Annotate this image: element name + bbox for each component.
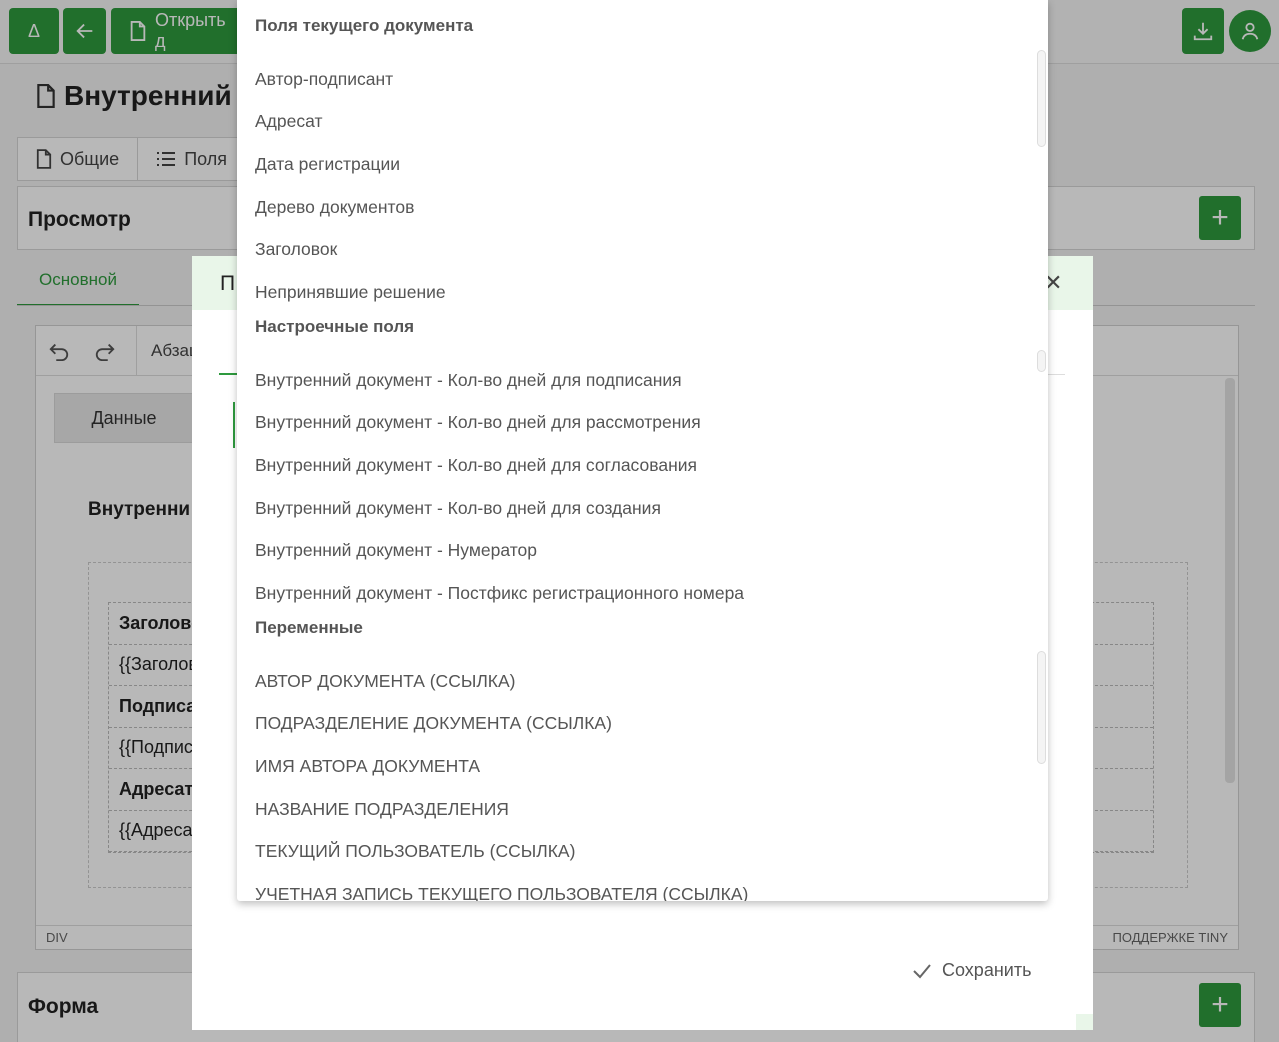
dialog-title: П: [220, 272, 236, 295]
dropdown-option[interactable]: Дерево документов: [237, 186, 1048, 229]
dropdown-option[interactable]: Заголовок: [237, 228, 1048, 271]
group-settings-fields: Настроечные поля Внутренний документ - К…: [237, 303, 1048, 603]
group-title: Поля текущего документа: [255, 16, 474, 35]
dropdown-option[interactable]: Внутренний документ - Кол-во дней для по…: [237, 359, 1048, 402]
dropdown-option[interactable]: АВТОР ДОКУМЕНТА (ССЫЛКА): [237, 660, 1048, 703]
dropdown-option[interactable]: НАЗВАНИЕ ПОДРАЗДЕЛЕНИЯ: [237, 788, 1048, 831]
dropdown-option[interactable]: ИМЯ АВТОРА ДОКУМЕНТА: [237, 745, 1048, 788]
dropdown-option[interactable]: ПОДРАЗДЕЛЕНИЕ ДОКУМЕНТА (ССЫЛКА): [237, 703, 1048, 746]
save-button[interactable]: Сохранить: [912, 960, 1031, 981]
group-current-document-fields: Поля текущего документа Автор-подписант …: [237, 0, 1048, 303]
dialog-footer-corner: [1076, 1014, 1093, 1030]
option-list: Внутренний документ - Кол-во дней для по…: [237, 359, 1048, 603]
dropdown-option[interactable]: Адресат: [237, 101, 1048, 144]
dropdown-option[interactable]: Внутренний документ - Постфикс регистрац…: [237, 572, 1048, 603]
dropdown-option[interactable]: Автор-подписант: [237, 58, 1048, 101]
dropdown-option[interactable]: Дата регистрации: [237, 143, 1048, 186]
dropdown-option[interactable]: Внутренний документ - Кол-во дней для ра…: [237, 402, 1048, 445]
group-scrollbar[interactable]: [1037, 50, 1046, 147]
group-scrollbar[interactable]: [1037, 651, 1046, 764]
dropdown-option[interactable]: Внутренний документ - Кол-во дней для со…: [237, 444, 1048, 487]
dropdown-option[interactable]: ТЕКУЩИЙ ПОЛЬЗОВАТЕЛЬ (ССЫЛКА): [237, 830, 1048, 873]
group-scrollbar[interactable]: [1037, 350, 1046, 372]
checkmark-icon: [913, 963, 931, 978]
group-variables: Переменные АВТОР ДОКУМЕНТА (ССЫЛКА) ПОДР…: [237, 603, 1048, 901]
dropdown-option[interactable]: Непринявшие решение: [237, 271, 1048, 303]
group-title: Переменные: [255, 618, 363, 637]
dropdown-option[interactable]: Внутренний документ - Кол-во дней для со…: [237, 487, 1048, 530]
option-list: Автор-подписант Адресат Дата регистрации…: [237, 58, 1048, 303]
dialog-active-tab-indicator: [219, 373, 239, 375]
group-title: Настроечные поля: [255, 317, 415, 336]
field-dropdown: Поля текущего документа Автор-подписант …: [237, 0, 1048, 901]
dropdown-option[interactable]: Внутренний документ - Нумератор: [237, 529, 1048, 572]
dropdown-option[interactable]: УЧЕТНАЯ ЗАПИСЬ ТЕКУЩЕГО ПОЛЬЗОВАТЕЛЯ (СС…: [237, 873, 1048, 901]
save-button-label: Сохранить: [942, 960, 1032, 980]
option-list: АВТОР ДОКУМЕНТА (ССЫЛКА) ПОДРАЗДЕЛЕНИЕ Д…: [237, 660, 1048, 901]
